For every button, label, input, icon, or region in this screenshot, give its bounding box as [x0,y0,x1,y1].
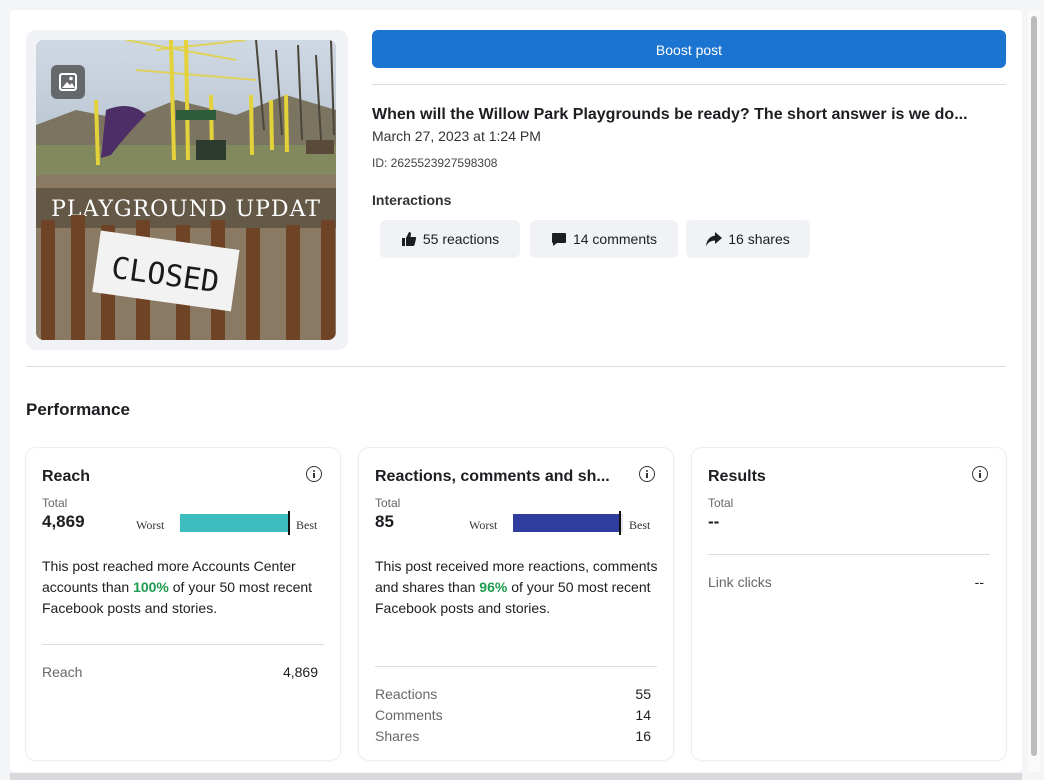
post-details-panel: PLAYGROUND UPDAT CLOSED Boost post When … [10,10,1022,772]
results-title: Results [708,468,766,485]
performance-title: Performance [26,400,130,419]
info-icon[interactable] [306,466,322,482]
info-icon[interactable] [972,466,988,482]
image-icon[interactable] [51,65,85,99]
engagement-bar-fill [513,514,619,532]
post-title: When will the Willow Park Playgrounds be… [372,106,968,123]
boost-post-button[interactable]: Boost post [372,30,1006,68]
reach-divider [42,644,324,645]
engagement-description: This post received more reactions, comme… [375,556,660,619]
engagement-row-value: 14 [635,707,651,723]
section-divider [26,366,1006,367]
shares-pill[interactable]: 16 shares [686,220,810,258]
image-banner-text: PLAYGROUND UPDAT [51,197,321,222]
engagement-worst-label: Worst [469,518,498,532]
comments-count: 14 comments [572,231,658,247]
results-total-label: Total [708,496,734,510]
engagement-bar-marker [619,511,621,535]
engagement-benchmark-bar [513,511,623,535]
reactions-count: 55 reactions [422,231,500,247]
scrollbar[interactable] [1028,10,1040,772]
reach-total-value: 4,869 [42,512,85,531]
post-date: March 27, 2023 at 1:24 PM [372,128,541,144]
results-card: Results Total -- Link clicks -- [692,448,1006,760]
engagement-total-value: 85 [375,512,394,531]
reach-best-label: Best [296,518,318,532]
scrollbar-thumb[interactable] [1031,16,1037,756]
results-row-label: Link clicks [708,574,772,590]
engagement-row-label: Comments [375,707,443,723]
bottom-scroll-edge [10,773,1022,780]
reach-bar-fill [180,514,290,532]
results-divider [708,554,990,555]
engagement-percentile: 96% [479,579,508,595]
engagement-divider [375,666,657,667]
reach-title: Reach [42,468,91,485]
reach-benchmark-bar [180,511,290,535]
reach-worst-label: Worst [136,518,165,532]
engagement-row-label: Reactions [375,686,438,702]
reach-percentile: 100% [133,579,169,595]
info-icon[interactable] [639,466,655,482]
engagement-row-value: 55 [635,686,651,702]
reach-row-value: 4,869 [282,664,318,680]
shares-count: 16 shares [728,231,790,247]
post-id: ID: 2625523927598308 [372,156,498,170]
engagement-row-label: Shares [375,728,420,744]
reach-description: This post reached more Accounts Center a… [42,556,327,619]
share-icon [706,231,723,247]
engagement-best-label: Best [629,518,651,532]
comment-icon [551,231,567,247]
results-total-value: -- [708,512,720,531]
header-divider [372,84,1006,85]
reactions-pill[interactable]: 55 reactions [380,220,520,258]
reach-row-label: Reach [42,664,83,680]
interactions-label: Interactions [372,192,452,208]
comments-pill[interactable]: 14 comments [530,220,678,258]
reach-bar-marker [288,511,290,535]
reach-card: Reach Total 4,869 Worst Best This post r… [26,448,340,760]
results-row-value: -- [974,574,984,590]
engagement-row-value: 16 [635,728,651,744]
thumbs-up-icon [401,231,417,247]
post-image-card: PLAYGROUND UPDAT CLOSED [26,30,348,350]
engagement-total-label: Total [375,496,401,510]
reach-total-label: Total [42,496,68,510]
engagement-title: Reactions, comments and sh... [375,468,610,485]
engagement-card: Reactions, comments and sh... Total 85 W… [359,448,673,760]
